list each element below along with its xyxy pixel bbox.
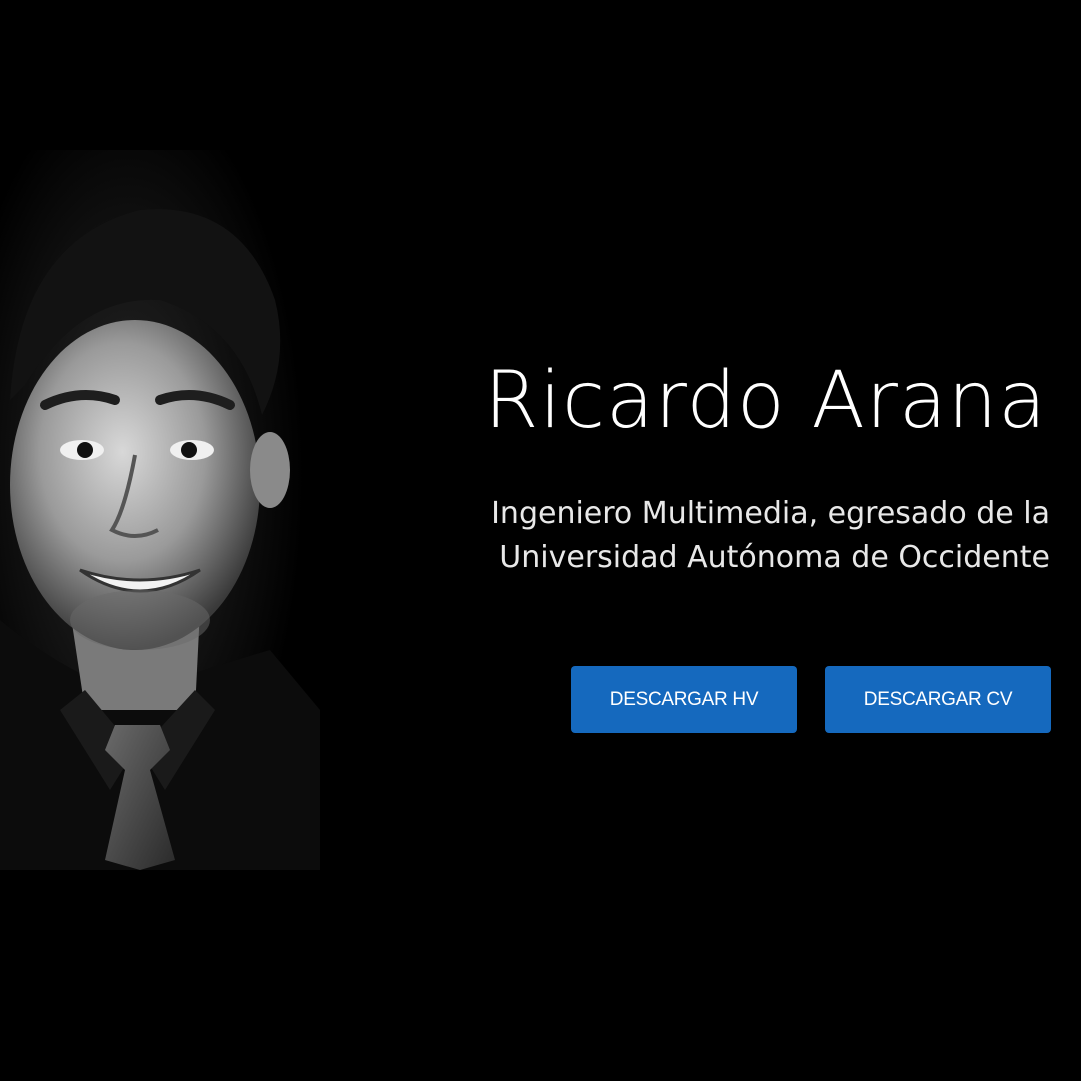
download-hv-button[interactable]: DESCARGAR HV [571, 666, 797, 733]
profile-photo [0, 150, 320, 870]
subtitle-line-2: Universidad Autónoma de Occidente [499, 540, 1050, 575]
subtitle-line-1: Ingeniero Multimedia, egresado de la [491, 496, 1050, 531]
hero-section: Ricardo Arana Ingeniero Multimedia, egre… [0, 0, 1081, 1081]
download-buttons: DESCARGAR HV DESCARGAR CV [571, 666, 1051, 733]
download-cv-button[interactable]: DESCARGAR CV [825, 666, 1051, 733]
profile-subtitle: Ingeniero Multimedia, egresado de la Uni… [330, 492, 1050, 580]
profile-name: Ricardo Arana [484, 356, 1047, 446]
